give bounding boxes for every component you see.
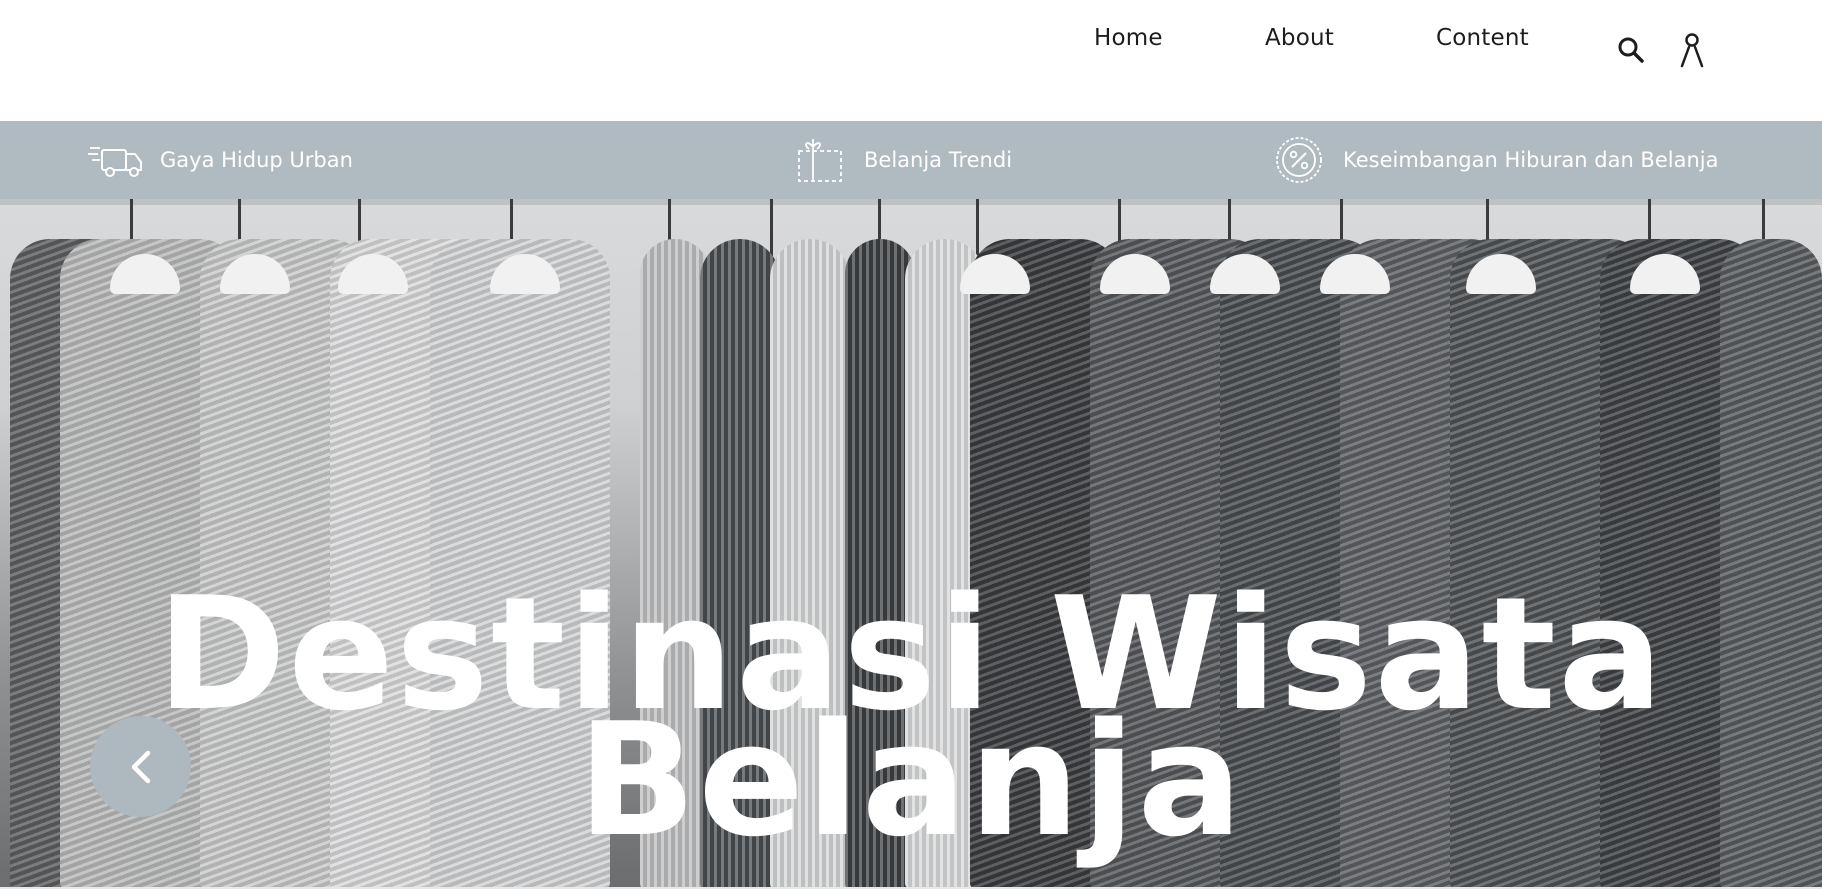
feature-urban-lifestyle: Gaya Hidup Urban [88,121,353,199]
nav-content-link[interactable]: Content [1436,25,1529,51]
feature-entertainment-shopping-balance: Keseimbangan Hiburan dan Belanja [1271,121,1718,199]
gift-voucher-icon [792,135,848,185]
site-header: Home About Content [0,0,1822,121]
delivery-truck-icon [88,135,144,185]
user-icon [1680,33,1704,68]
search-button[interactable] [1613,30,1649,70]
feature-label: Belanja Trendi [864,148,1013,172]
nav-about-link[interactable]: About [1265,25,1334,51]
nav-home-link[interactable]: Home [1094,25,1163,51]
feature-trendy-shopping: Belanja Trendi [792,121,1012,199]
feature-strip: Gaya Hidup Urban Belanja Trendi Keseimba… [0,121,1822,199]
clothing-rail [0,199,1822,205]
search-icon [1618,37,1644,63]
hero-title: Destinasi Wisata Belanja [0,576,1822,858]
feature-label: Gaya Hidup Urban [160,148,353,172]
discount-badge-icon [1271,135,1327,185]
carousel-prev-button[interactable] [90,716,191,817]
hero-banner: Destinasi Wisata Belanja [0,199,1822,889]
chevron-left-icon [131,750,150,783]
feature-label: Keseimbangan Hiburan dan Belanja [1343,148,1719,172]
account-button[interactable] [1674,30,1710,70]
